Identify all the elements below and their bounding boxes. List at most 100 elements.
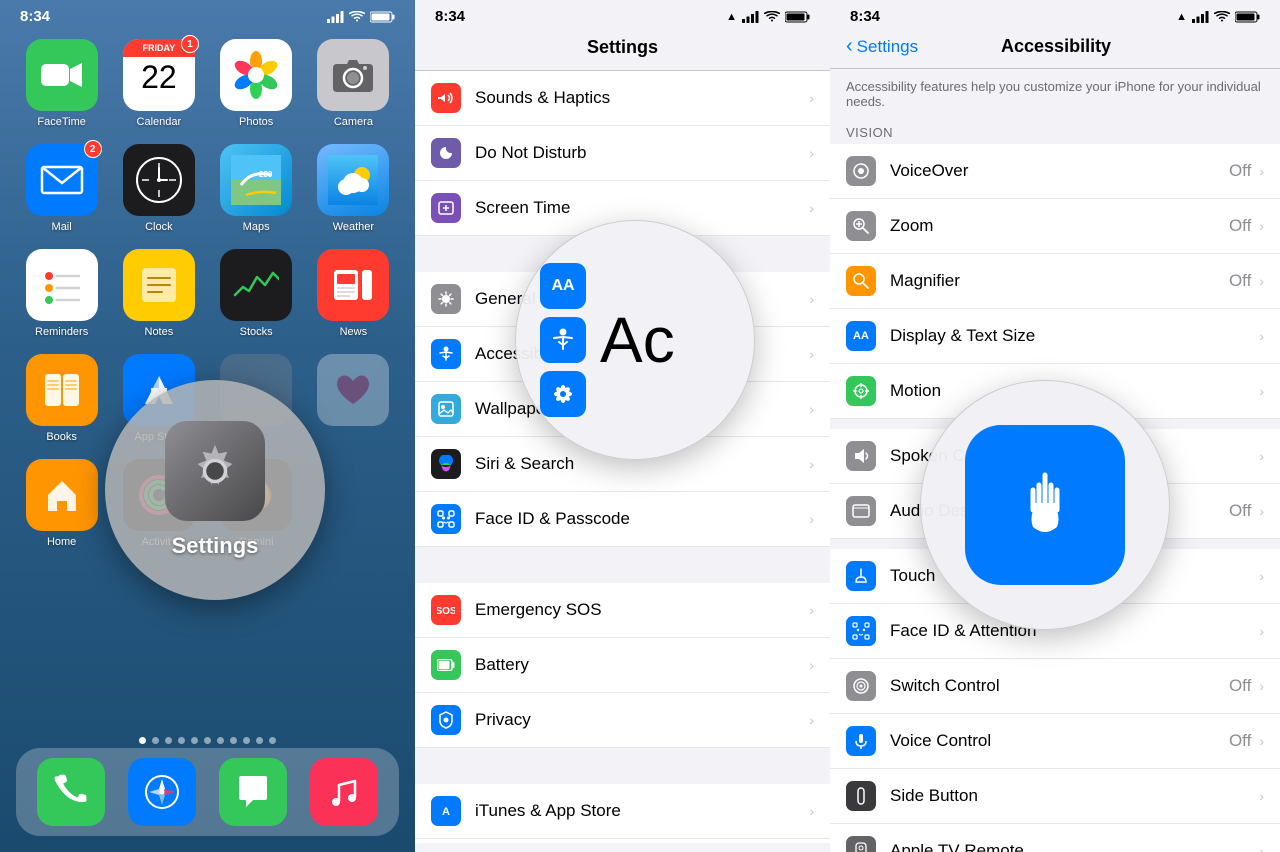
dnd-icon xyxy=(431,138,461,168)
page-dot-1 xyxy=(152,737,159,744)
page-dot-3 xyxy=(178,737,185,744)
app-facetime[interactable]: FaceTime xyxy=(18,39,105,128)
general-chevron: › xyxy=(809,291,814,307)
stocks-label: Stocks xyxy=(240,326,273,338)
emergency-label: Emergency SOS xyxy=(475,600,809,620)
phone-time: 8:34 xyxy=(20,8,50,25)
battery-label: Battery xyxy=(475,655,809,675)
app-notes[interactable]: Notes xyxy=(115,249,202,338)
app-photos[interactable]: Photos xyxy=(213,39,300,128)
touch-icon-large xyxy=(965,425,1125,585)
faceid-icon xyxy=(431,504,461,534)
facetime-icon xyxy=(26,39,98,111)
calendar-label: Calendar xyxy=(137,116,182,128)
page-dot-0 xyxy=(139,737,146,744)
faceid-chevron: › xyxy=(809,511,814,527)
zoom-aa-icon: AA xyxy=(540,263,586,309)
touch-chevron: › xyxy=(1259,568,1264,584)
voicecontrol-value: Off xyxy=(1229,731,1251,751)
screentime-icon xyxy=(431,193,461,223)
itunes-chevron: › xyxy=(809,803,814,819)
settings-time: 8:34 xyxy=(435,8,465,25)
app-reminders[interactable]: Reminders xyxy=(18,249,105,338)
voiceover-value: Off xyxy=(1229,161,1251,181)
zoom-acc-icon xyxy=(846,211,876,241)
app-clock[interactable]: Clock xyxy=(115,144,202,233)
dock-safari[interactable] xyxy=(128,758,196,826)
settings-panel: 8:34 ▲ Settings xyxy=(415,0,830,852)
page-dot-8 xyxy=(243,737,250,744)
stocks-icon xyxy=(220,249,292,321)
calendar-badge: 1 xyxy=(181,35,199,53)
spoken-chevron: › xyxy=(1259,448,1264,464)
app-news[interactable]: News xyxy=(310,249,397,338)
dock-music[interactable] xyxy=(310,758,378,826)
health-icon xyxy=(317,354,389,426)
settings-row-dnd[interactable]: Do Not Disturb › xyxy=(415,126,830,181)
privacy-icon xyxy=(431,705,461,735)
displaytext-chevron: › xyxy=(1259,328,1264,344)
settings-row-privacy[interactable]: Privacy › xyxy=(415,693,830,748)
acc-row-voiceover[interactable]: VoiceOver Off › xyxy=(830,144,1280,199)
page-dot-6 xyxy=(217,737,224,744)
app-calendar[interactable]: FRIDAY 22 1 Calendar xyxy=(115,39,202,128)
sidebutton-label: Side Button xyxy=(890,786,1259,806)
app-mail[interactable]: 2 Mail xyxy=(18,144,105,233)
maps-icon: 280 xyxy=(220,144,292,216)
news-label: News xyxy=(340,326,368,338)
settings-circle-icon xyxy=(165,421,265,521)
books-label: Books xyxy=(46,431,77,443)
acc-row-appletvremote[interactable]: Apple TV Remote › xyxy=(830,824,1280,852)
settings-row-faceid[interactable]: Face ID & Passcode › xyxy=(415,492,830,547)
zoom-label: Zoom xyxy=(890,216,1229,236)
settings-row-emergency[interactable]: SOS Emergency SOS › xyxy=(415,583,830,638)
dock-messages[interactable] xyxy=(219,758,287,826)
voiceover-label: VoiceOver xyxy=(890,161,1229,181)
acc-row-zoom[interactable]: Zoom Off › xyxy=(830,199,1280,254)
sounds-label: Sounds & Haptics xyxy=(475,88,809,108)
signal-icon xyxy=(327,11,344,23)
app-maps[interactable]: 280 Maps xyxy=(213,144,300,233)
motion-icon xyxy=(846,376,876,406)
app-home[interactable]: Home xyxy=(18,459,105,548)
itunes-label: iTunes & App Store xyxy=(475,801,809,821)
acc-nav: ‹ Settings Accessibility xyxy=(830,29,1280,69)
app-camera[interactable]: Camera xyxy=(310,39,397,128)
weather-label: Weather xyxy=(333,221,374,233)
battery-chevron: › xyxy=(809,657,814,673)
camera-label: Camera xyxy=(334,116,373,128)
acc-row-magnifier[interactable]: Magnifier Off › xyxy=(830,254,1280,309)
magnifier-value: Off xyxy=(1229,271,1251,291)
settings-row-sounds[interactable]: Sounds & Haptics › xyxy=(415,71,830,126)
app-stocks[interactable]: Stocks xyxy=(213,249,300,338)
page-dots xyxy=(0,737,415,744)
accessibility-icon xyxy=(431,339,461,369)
itunes-icon: A xyxy=(431,796,461,826)
settings-row-wallet[interactable]: Wallet & Apple Pay › xyxy=(415,839,830,843)
app-books[interactable]: Books xyxy=(18,354,105,443)
faceid-acc-chevron: › xyxy=(1259,623,1264,639)
page-dot-5 xyxy=(204,737,211,744)
acc-row-voicecontrol[interactable]: Voice Control Off › xyxy=(830,714,1280,769)
acc-battery-icon xyxy=(1235,11,1260,23)
acc-back-button[interactable]: ‹ Settings xyxy=(846,35,918,58)
settings-row-itunes[interactable]: A iTunes & App Store › xyxy=(415,784,830,839)
general-icon xyxy=(431,284,461,314)
emergency-icon: SOS xyxy=(431,595,461,625)
home-icon xyxy=(26,459,98,531)
zoom-flower-icon xyxy=(540,371,586,417)
app-weather[interactable]: Weather xyxy=(310,144,397,233)
app-health[interactable] xyxy=(310,354,397,443)
vision-rows: VoiceOver Off › Zoom Off › Magnifier Off… xyxy=(830,144,1280,419)
weather-icon xyxy=(317,144,389,216)
acc-row-displaytext[interactable]: AA Display & Text Size › xyxy=(830,309,1280,364)
acc-row-sidebutton[interactable]: Side Button › xyxy=(830,769,1280,824)
notes-label: Notes xyxy=(145,326,174,338)
settings-row-battery[interactable]: Battery › xyxy=(415,638,830,693)
siri-icon xyxy=(431,449,461,479)
zoom-circle: AA xyxy=(515,220,755,460)
acc-row-switchcontrol[interactable]: Switch Control Off › xyxy=(830,659,1280,714)
phone-status-bar: 8:34 xyxy=(0,0,415,29)
voicecontrol-icon xyxy=(846,726,876,756)
dock-phone[interactable] xyxy=(37,758,105,826)
